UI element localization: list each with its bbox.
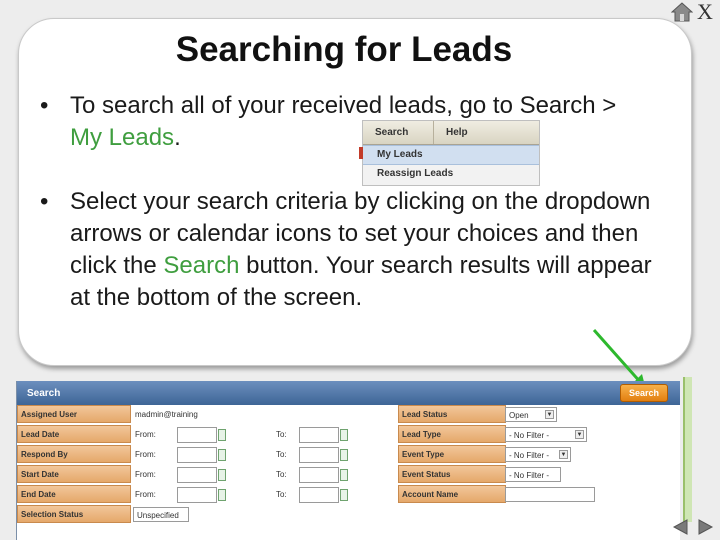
label-event-status: Event Status	[398, 465, 506, 483]
calendar-icon[interactable]	[218, 489, 226, 501]
calendar-icon[interactable]	[218, 469, 226, 481]
side-accent-bar	[683, 377, 692, 522]
lead-date-from-input[interactable]	[177, 427, 217, 443]
home-icon[interactable]	[671, 2, 693, 22]
menu-bar: Search Help	[363, 121, 539, 145]
calendar-icon[interactable]	[218, 429, 226, 441]
lead-date-to-input[interactable]	[299, 427, 339, 443]
bullet-1-text-end: .	[174, 124, 181, 151]
bullet-2-highlight: Search	[163, 252, 240, 279]
search-panel-header: Search Search	[17, 381, 680, 405]
label-event-type: Event Type	[398, 445, 506, 463]
to-label: To:	[276, 450, 287, 459]
event-status-select[interactable]: - No Filter -	[505, 467, 561, 482]
lead-status-select[interactable]: Open ▼	[505, 407, 557, 422]
label-start-date: Start Date	[17, 465, 131, 483]
dropdown-arrow-icon[interactable]: ▼	[545, 410, 554, 419]
from-label: From:	[135, 430, 156, 439]
dropdown-arrow-icon[interactable]: ▼	[559, 450, 568, 459]
label-end-date: End Date	[17, 485, 131, 503]
lead-type-value: - No Filter -	[509, 431, 549, 440]
form-row: End Date From: To: Account Name	[17, 485, 681, 505]
calendar-icon[interactable]	[340, 449, 348, 461]
bullet-2: • Select your search criteria by clickin…	[40, 186, 670, 314]
label-lead-date: Lead Date	[17, 425, 131, 443]
form-row: Respond By From: To: Event Type - No Fil…	[17, 445, 681, 465]
event-type-select[interactable]: - No Filter - ▼	[505, 447, 571, 462]
search-button[interactable]: Search	[620, 384, 668, 402]
search-panel-title: Search	[27, 388, 61, 399]
previous-slide-icon[interactable]	[671, 518, 689, 536]
search-panel: Search Search Assigned User madmin@train…	[16, 381, 680, 540]
calendar-icon[interactable]	[340, 469, 348, 481]
label-selection-status: Selection Status	[17, 505, 131, 523]
calendar-icon[interactable]	[340, 429, 348, 441]
dropdown-arrow-icon[interactable]: ▼	[575, 430, 584, 439]
lead-status-value: Open	[509, 411, 529, 420]
label-respond-by: Respond By	[17, 445, 131, 463]
event-status-value: - No Filter -	[509, 471, 549, 480]
selection-status-select[interactable]: Unspecified	[133, 507, 189, 522]
account-name-input[interactable]	[505, 487, 595, 502]
label-account-name: Account Name	[398, 485, 506, 503]
menu-screenshot: Search Help My Leads Reassign Leads	[359, 120, 540, 186]
to-label: To:	[276, 470, 287, 479]
menu-edge-mark	[359, 147, 363, 159]
form-row: Start Date From: To: Event Status - No F…	[17, 465, 681, 485]
event-type-value: - No Filter -	[509, 451, 549, 460]
from-label: From:	[135, 490, 156, 499]
lead-type-select[interactable]: - No Filter - ▼	[505, 427, 587, 442]
bullet-1-highlight: My Leads	[70, 124, 175, 151]
end-date-from-input[interactable]	[177, 487, 217, 503]
respond-by-from-input[interactable]	[177, 447, 217, 463]
calendar-icon[interactable]	[218, 449, 226, 461]
label-lead-type: Lead Type	[398, 425, 506, 443]
label-lead-status: Lead Status	[398, 405, 506, 423]
form-row: Lead Date From: To: Lead Type - No Filte…	[17, 425, 681, 445]
form-row: Selection Status Unspecified	[17, 505, 681, 525]
bullet-1-text: To search all of your received leads, go…	[70, 92, 617, 119]
form-row: Assigned User madmin@training Lead Statu…	[17, 405, 681, 425]
start-date-from-input[interactable]	[177, 467, 217, 483]
bullet-dot: •	[40, 92, 49, 119]
calendar-icon[interactable]	[340, 489, 348, 501]
to-label: To:	[276, 430, 287, 439]
respond-by-to-input[interactable]	[299, 447, 339, 463]
menu-tab-help[interactable]: Help	[433, 121, 503, 144]
end-date-to-input[interactable]	[299, 487, 339, 503]
from-label: From:	[135, 470, 156, 479]
slide-title: Searching for Leads	[175, 30, 513, 69]
label-assigned-user: Assigned User	[17, 405, 131, 423]
bullet-1: • To search all of your received leads, …	[40, 90, 630, 154]
next-slide-icon[interactable]	[697, 518, 715, 536]
bullet-dot: •	[40, 188, 49, 215]
selection-status-value: Unspecified	[137, 511, 179, 520]
to-label: To:	[276, 490, 287, 499]
close-button[interactable]: X	[697, 0, 713, 25]
assigned-user-value[interactable]: madmin@training	[135, 410, 198, 419]
menu-item-my-leads[interactable]: My Leads	[363, 145, 539, 165]
menu-tab-search[interactable]: Search	[363, 121, 433, 144]
menu-item-reassign-leads[interactable]: Reassign Leads	[363, 165, 539, 183]
start-date-to-input[interactable]	[299, 467, 339, 483]
from-label: From:	[135, 450, 156, 459]
